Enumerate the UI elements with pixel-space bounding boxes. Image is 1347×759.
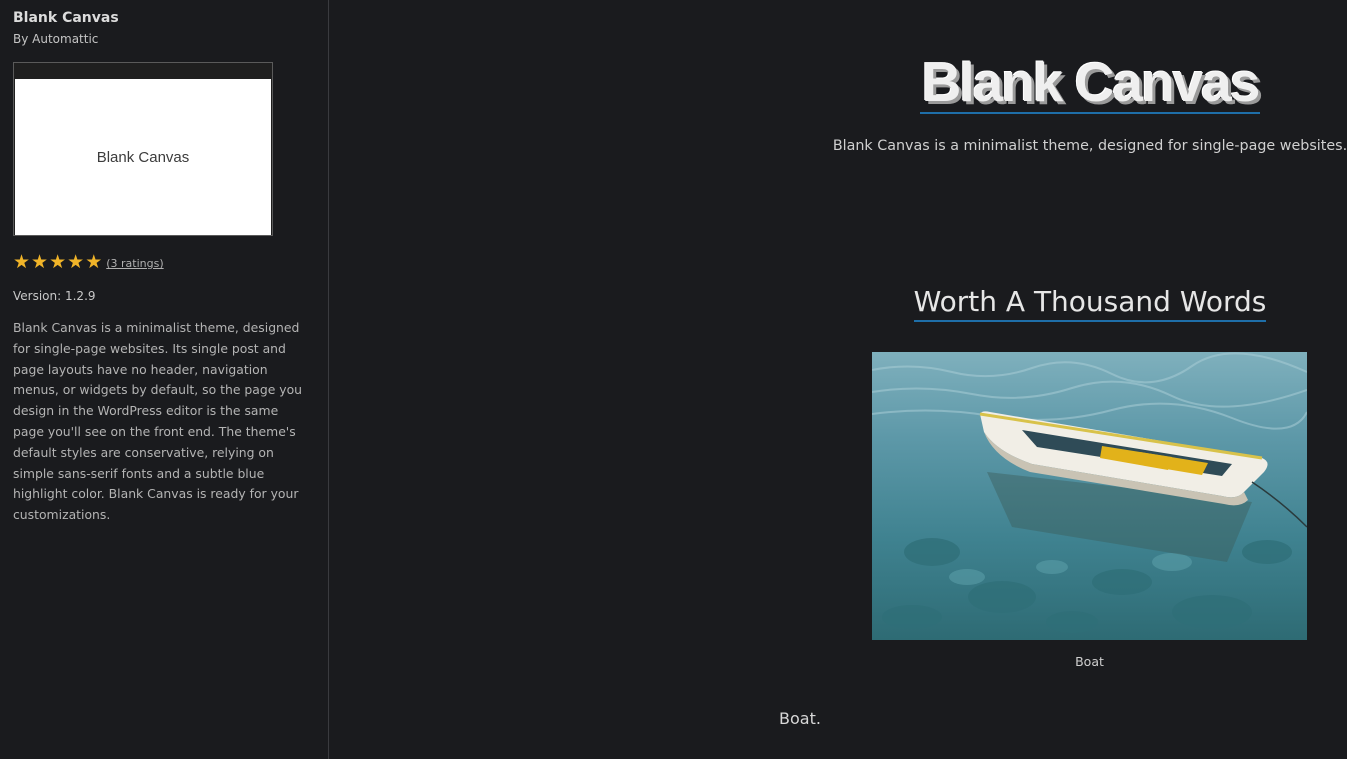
theme-details-sidebar: Blank Canvas By Automattic Blank Canvas … <box>0 0 329 759</box>
section-heading: Worth A Thousand Words <box>913 284 1267 322</box>
site-title-container: Blank Canvas <box>902 55 1278 114</box>
star-icon: ★ <box>49 250 67 273</box>
star-rating: ★ ★ ★ ★ ★ <box>13 250 103 273</box>
theme-rating: ★ ★ ★ ★ ★ (3 ratings) <box>13 252 315 272</box>
image-caption: Boat <box>1075 654 1104 669</box>
star-icon: ★ <box>85 250 103 273</box>
star-icon: ★ <box>13 250 31 273</box>
theme-description: Blank Canvas is a minimalist theme, desi… <box>13 320 303 523</box>
post-body-text: Boat. <box>779 709 821 728</box>
theme-name: Blank Canvas <box>13 10 119 26</box>
boat-image <box>872 352 1307 640</box>
theme-screenshot-label: Blank Canvas <box>15 79 271 235</box>
site-tagline: Blank Canvas is a minimalist theme, desi… <box>832 138 1347 154</box>
star-icon: ★ <box>67 250 85 273</box>
section-heading-container: Worth A Thousand Words <box>830 284 1347 322</box>
theme-screenshot: Blank Canvas <box>13 62 273 236</box>
ratings-count-link[interactable]: (3 ratings) <box>106 257 163 270</box>
theme-version: Version: 1.2.9 <box>13 289 96 303</box>
star-icon: ★ <box>31 250 49 273</box>
theme-author: By Automattic <box>13 32 99 46</box>
site-title[interactable]: Blank Canvas <box>919 55 1261 114</box>
theme-preview: Blank Canvas Blank Canvas is a minimalis… <box>330 0 1347 759</box>
